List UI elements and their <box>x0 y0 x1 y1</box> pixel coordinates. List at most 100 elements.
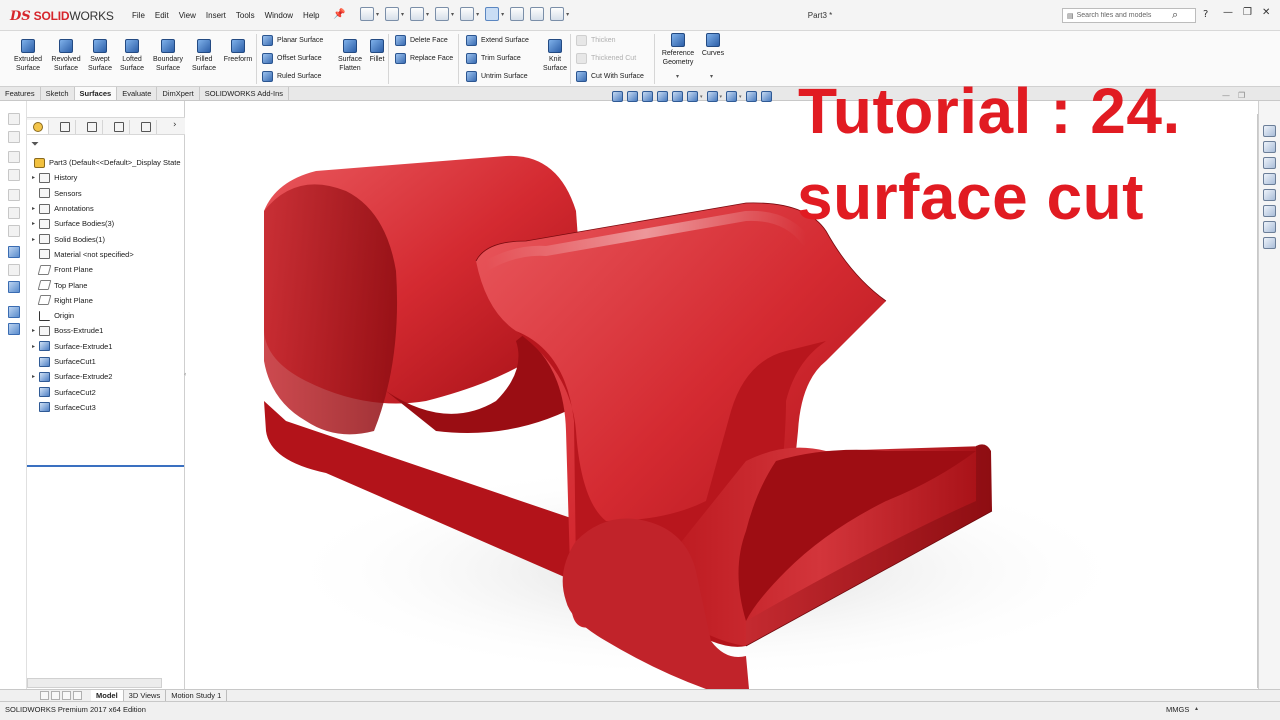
dimxpertmanager-tab[interactable] <box>108 120 130 134</box>
offset-surface-button[interactable]: Offset Surface <box>262 53 322 64</box>
chevron-up-icon[interactable]: ▴ <box>1195 705 1198 712</box>
minimize-icon[interactable]: — <box>1223 7 1233 18</box>
tree-node-right-plane[interactable]: Right Plane <box>27 293 185 308</box>
chevron-down-icon[interactable]: ▾ <box>501 11 504 18</box>
reference-geometry-button[interactable]: Reference Geometry <box>658 33 698 67</box>
feature-icon[interactable] <box>8 225 20 237</box>
chevron-down-icon[interactable]: ▾ <box>739 94 742 100</box>
custom-properties-icon[interactable] <box>1263 205 1276 217</box>
revolved-surface-button[interactable]: Revolved Surface <box>46 39 86 73</box>
tree-node-solid-bodies[interactable]: ▸ Solid Bodies(1) <box>27 231 185 246</box>
tab-features[interactable]: Features <box>0 87 41 100</box>
tab-surfaces[interactable]: Surfaces <box>74 87 118 100</box>
expand-arrow-icon[interactable]: ▸ <box>30 220 37 227</box>
freeform-button[interactable]: Freeform <box>220 39 256 64</box>
edit-appearance-icon[interactable] <box>745 91 757 102</box>
swept-surface-button[interactable]: Swept Surface <box>82 39 118 73</box>
expand-arrow-icon[interactable]: ▸ <box>30 174 37 181</box>
solidworks-logo[interactable]: DS SOLIDWORKS <box>10 7 114 25</box>
new-document-icon[interactable] <box>360 7 374 21</box>
feature-icon[interactable] <box>8 113 20 125</box>
chevron-down-icon[interactable]: ▾ <box>676 73 679 80</box>
tree-node-top-plane[interactable]: Top Plane <box>27 277 185 292</box>
file-explorer-icon[interactable] <box>1263 157 1276 169</box>
tree-node-surface-extrude1[interactable]: ▸ Surface-Extrude1 <box>27 339 185 354</box>
delete-face-button[interactable]: Delete Face <box>395 35 448 46</box>
tree-root-part[interactable]: Part3 (Default<<Default>_Display State <box>27 155 185 170</box>
expand-arrow-icon[interactable]: ▸ <box>30 373 37 380</box>
untrim-surface-button[interactable]: Untrim Surface <box>466 71 528 82</box>
tab-sketch[interactable]: Sketch <box>41 87 75 100</box>
search-scope-icon[interactable]: ▤ <box>1067 12 1074 20</box>
tree-node-front-plane[interactable]: Front Plane <box>27 262 185 277</box>
tree-node-boss-extrude1[interactable]: ▸ Boss-Extrude1 <box>27 323 185 338</box>
pin-menu-icon[interactable]: 📌 <box>333 9 345 20</box>
tree-node-history[interactable]: ▸ History <box>27 170 185 185</box>
minimize-icon[interactable]: — <box>1222 91 1230 100</box>
zoom-to-area-icon[interactable] <box>627 91 638 102</box>
chevron-down-icon[interactable]: ▾ <box>376 11 379 18</box>
menu-insert[interactable]: Insert <box>201 9 231 22</box>
chevron-down-icon[interactable]: ▾ <box>401 11 404 18</box>
tree-node-surfacecut2[interactable]: SurfaceCut2 <box>27 384 185 399</box>
design-library-icon[interactable] <box>1263 141 1276 153</box>
previous-tab-icon[interactable] <box>51 691 60 700</box>
hide-show-items-icon[interactable] <box>726 91 738 102</box>
expand-arrow-icon[interactable]: ▸ <box>30 205 37 212</box>
boundary-surface-button[interactable]: Boundary Surface <box>148 39 188 73</box>
tree-node-surface-bodies[interactable]: ▸ Surface Bodies(3) <box>27 216 185 231</box>
expand-arrow-icon[interactable]: ▸ <box>30 327 37 334</box>
tree-node-material[interactable]: Material <not specified> <box>27 247 185 262</box>
chevron-down-icon[interactable]: ▾ <box>426 11 429 18</box>
display-icon[interactable] <box>8 281 20 293</box>
chevron-down-icon[interactable]: ▾ <box>700 94 703 100</box>
expand-arrow-icon[interactable]: ▸ <box>30 236 37 243</box>
chevron-down-icon[interactable]: ▾ <box>476 11 479 18</box>
feature-icon[interactable] <box>8 207 20 219</box>
zoom-to-fit-icon[interactable] <box>612 91 623 102</box>
tree-horizontal-scrollbar[interactable] <box>27 678 162 688</box>
cut-with-surface-button[interactable]: Cut With Surface <box>576 71 644 82</box>
first-tab-icon[interactable] <box>40 691 49 700</box>
tab-evaluate[interactable]: Evaluate <box>117 87 158 100</box>
tree-node-origin[interactable]: Origin <box>27 308 185 323</box>
menu-file[interactable]: File <box>127 9 150 22</box>
tree-node-surface-extrude2[interactable]: ▸ Surface-Extrude2 <box>27 369 185 384</box>
solidworks-resources-icon[interactable] <box>1263 125 1276 137</box>
select-arrow-icon[interactable] <box>485 7 500 21</box>
propertymanager-tab[interactable] <box>54 120 76 134</box>
thickened-cut-button[interactable]: Thickened Cut <box>576 53 636 64</box>
measure-icon[interactable] <box>8 246 20 258</box>
open-folder-icon[interactable] <box>385 7 400 21</box>
traffic-light-icon[interactable] <box>510 7 525 21</box>
tab-solidworks-add-ins[interactable]: SOLIDWORKS Add-Ins <box>200 87 290 100</box>
tree-node-surfacecut1[interactable]: SurfaceCut1 <box>27 354 185 369</box>
ruled-surface-button[interactable]: Ruled Surface <box>262 71 321 82</box>
configurationmanager-tab[interactable] <box>81 120 103 134</box>
filled-surface-button[interactable]: Filled Surface <box>186 39 222 73</box>
dynamic-annotation-icon[interactable] <box>672 91 683 102</box>
file-properties-icon[interactable] <box>530 7 545 21</box>
extend-surface-button[interactable]: Extend Surface <box>466 35 529 46</box>
tab-dimxpert[interactable]: DimXpert <box>157 87 200 100</box>
tree-node-annotations[interactable]: ▸ Annotations <box>27 201 185 216</box>
search-icon[interactable]: ⌕ <box>1172 8 1178 22</box>
thicken-button[interactable]: Thicken <box>576 35 616 46</box>
section-view-icon[interactable] <box>657 91 668 102</box>
rollback-bar[interactable] <box>27 465 184 467</box>
menu-edit[interactable]: Edit <box>150 9 174 22</box>
feature-icon[interactable] <box>8 151 20 163</box>
undo-icon[interactable] <box>460 7 475 21</box>
forum-icon[interactable] <box>1263 221 1276 233</box>
feedback-icon[interactable] <box>1263 237 1276 249</box>
apply-scene-icon[interactable] <box>760 91 772 102</box>
displaymanager-tab[interactable] <box>135 120 157 134</box>
search-input[interactable] <box>1076 12 1173 19</box>
restore-icon[interactable]: ❐ <box>1243 7 1252 18</box>
previous-view-icon[interactable] <box>642 91 653 102</box>
expand-arrow-icon[interactable]: ▸ <box>30 343 37 350</box>
menu-view[interactable]: View <box>174 9 201 22</box>
chevron-right-icon[interactable]: › <box>173 120 177 130</box>
appearances-icon[interactable] <box>1263 189 1276 201</box>
menu-tools[interactable]: Tools <box>231 9 260 22</box>
